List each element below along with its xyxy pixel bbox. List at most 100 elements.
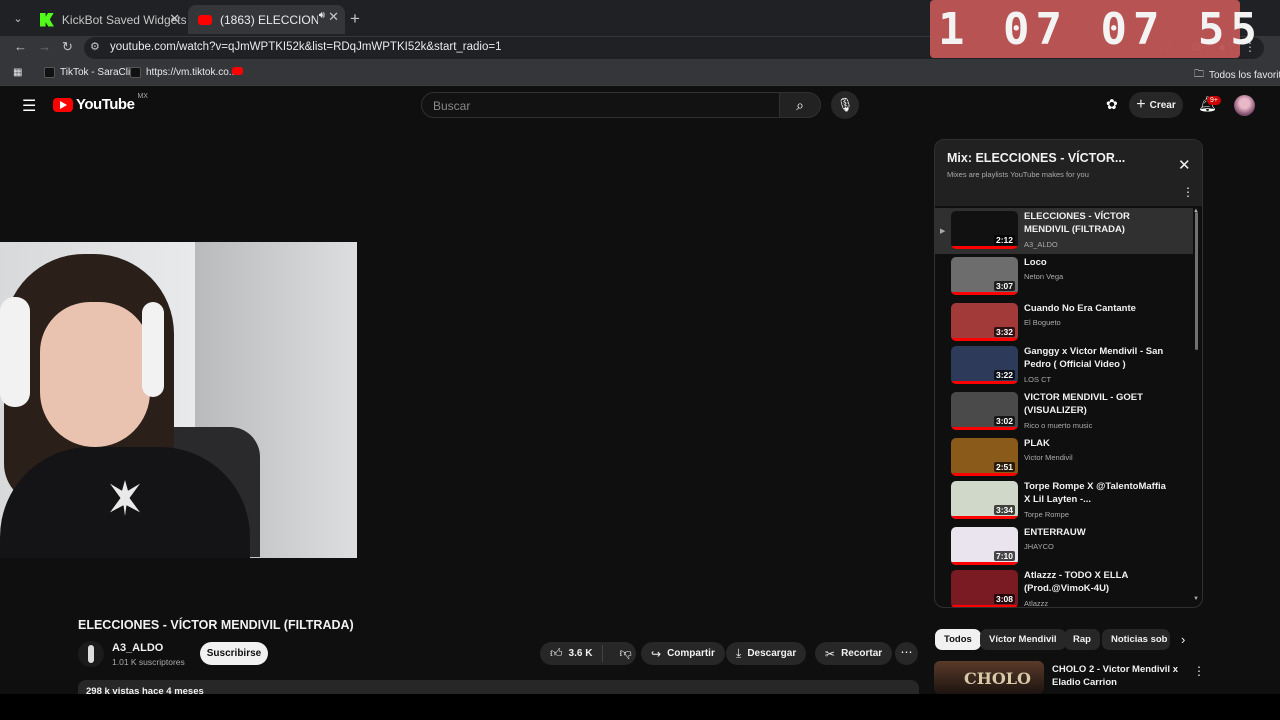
search-button[interactable]: ⌕	[779, 92, 821, 118]
tiktok-icon	[44, 67, 55, 78]
chips-next-arrow-icon[interactable]: ›	[1181, 632, 1185, 647]
like-button[interactable]: 👍︎ 3.6 K	[540, 645, 604, 662]
playlist-item[interactable]: 3:08 Atlazzz - TODO X ELLA (Prod.@VimoK-4…	[935, 567, 1193, 607]
video-title: ELECCIONES - VÍCTOR MENDIVIL (FILTRADA)	[78, 618, 354, 632]
playlist-scrollbar[interactable]	[1195, 212, 1198, 350]
subscribe-button[interactable]: Suscribirse	[200, 642, 268, 665]
more-horizontal-icon: ⋯	[900, 645, 913, 659]
tab-title: KickBot Saved Widgets	[61, 12, 186, 27]
tab-kickbot[interactable]: KickBot Saved Widgets ✕	[30, 7, 186, 32]
reload-icon[interactable]: ↻	[62, 39, 73, 55]
chip-rap[interactable]: Rap	[1064, 629, 1100, 650]
playlist-item-channel: A3_ALDO	[1024, 240, 1058, 249]
url-text: youtube.com/watch?v=qJmWPTKI52k&list=RDq…	[110, 41, 502, 53]
playlist-item-thumbnail: 3:22	[951, 346, 1018, 384]
dislike-button[interactable]: 👎︎	[609, 646, 641, 661]
duration-badge: 3:34	[993, 505, 1015, 515]
playlist-item-title: VICTOR MENDIVIL - GOET (VISUALIZER)	[1024, 392, 1143, 416]
close-tab-icon[interactable]: ✕	[328, 9, 339, 25]
download-icon: ⤓	[736, 646, 742, 660]
playlist-item[interactable]: 7:10 ENTERRAUW JHAYCO	[935, 524, 1193, 567]
chip-news[interactable]: Noticias sob	[1102, 629, 1170, 650]
forward-arrow-icon[interactable]: →	[38, 39, 51, 54]
playlist-item[interactable]: ▶ 2:12 ELECCIONES - VÍCTOR MENDIVIL (FILTR…	[935, 208, 1193, 254]
playlist-item[interactable]: 2:51 PLAK Victor Mendivil	[935, 435, 1193, 478]
audio-playing-icon[interactable]: 🔊︎	[319, 10, 325, 21]
watched-progress-bar	[951, 562, 1018, 565]
duration-badge: 3:32	[993, 327, 1015, 337]
site-info-icon[interactable]: ⚙	[90, 40, 100, 53]
search-input[interactable]: Buscar	[421, 92, 780, 118]
logo-word: YouTube	[76, 96, 135, 113]
playlist-title[interactable]: Mix: ELECCIONES - VÍCTOR...	[947, 151, 1125, 165]
new-tab-button[interactable]: +	[350, 9, 360, 29]
playlist-item-channel: Torpe Rompe	[1024, 510, 1070, 519]
channel-avatar[interactable]	[78, 641, 104, 667]
back-arrow-icon[interactable]: ←	[14, 39, 27, 54]
tab-title: (1863) ELECCIONES - VÍCTO	[220, 12, 318, 27]
all-bookmarks-label: Todos los favoritos	[1209, 70, 1280, 81]
playlist-item[interactable]: 3:07 Loco Neton Vega	[935, 254, 1193, 300]
cast-icon[interactable]: ✿	[1106, 96, 1118, 113]
bookmark-youtube[interactable]	[232, 67, 243, 75]
playlist-item-channel: LOS CT	[1024, 375, 1052, 384]
duration-badge: 2:12	[993, 235, 1015, 245]
playlist-menu-kebab-icon[interactable]: ⋮	[1182, 185, 1194, 199]
channel-name[interactable]: A3_ALDO	[112, 642, 163, 654]
watched-progress-bar	[951, 516, 1018, 519]
clip-button[interactable]: ✂ Recortar	[815, 642, 893, 665]
streamer-webcam	[0, 242, 357, 558]
headset-icon	[0, 297, 30, 407]
search-icon: ⌕	[796, 97, 804, 113]
bookmarks-bar: ▦ TikTok - SaraClips https://vm.tiktok.c…	[0, 61, 1280, 86]
chip-victor-mendivil[interactable]: Víctor Mendivil	[980, 629, 1066, 650]
create-button[interactable]: + Crear	[1129, 92, 1183, 118]
tab-youtube[interactable]: (1863) ELECCIONES - VÍCTO 🔊︎ ✕	[188, 5, 345, 34]
recommendation-thumbnail[interactable]: CHOLO	[934, 661, 1044, 694]
account-avatar[interactable]	[1234, 95, 1255, 116]
all-bookmarks[interactable]: 🗀︎ Todos los favoritos	[1194, 67, 1280, 84]
download-button[interactable]: ⤓ Descargar	[726, 642, 807, 665]
chip-all[interactable]: Todos	[935, 629, 981, 650]
tiktok-icon	[130, 67, 141, 78]
stream-timer-overlay: 1 07 07 55	[930, 0, 1257, 58]
notifications-badge: 9+	[1207, 96, 1221, 105]
playlist-item-title: Ganggy x Victor Mendivil - San Pedro ( O…	[1024, 346, 1164, 370]
duration-badge: 3:22	[993, 370, 1015, 380]
youtube-favicon-icon	[198, 14, 212, 25]
playlist-item-thumbnail: 7:10	[951, 527, 1018, 565]
recommendation-menu-kebab-icon[interactable]: ⋮	[1193, 664, 1205, 678]
share-button[interactable]: ↪ Compartir	[641, 642, 725, 665]
scroll-down-arrow-icon[interactable]: ▼	[1193, 596, 1199, 602]
bookmark-tiktok-link[interactable]: https://vm.tiktok.co...	[130, 67, 237, 78]
playlist-item[interactable]: 3:02 VICTOR MENDIVIL - GOET (VISUALIZER) R…	[935, 389, 1193, 435]
playlist-item-title: Loco	[1024, 257, 1047, 268]
bookmark-tiktok-saraclips[interactable]: TikTok - SaraClips	[44, 67, 141, 78]
youtube-logo[interactable]: YouTube MX	[53, 93, 148, 113]
playlist-item[interactable]: 3:32 Cuando No Era Cantante El Bogueto	[935, 300, 1193, 343]
tab-search-icon[interactable]: ⌄	[8, 9, 28, 29]
menu-hamburger-icon[interactable]: ☰	[22, 96, 36, 116]
kickbot-favicon-icon	[40, 12, 54, 27]
playlist-item[interactable]: 3:34 Torpe Rompe X @TalentoMaffia X Lil L…	[935, 478, 1193, 524]
playlist-item-title: Cuando No Era Cantante	[1024, 303, 1136, 314]
search-placeholder: Buscar	[433, 99, 471, 113]
voice-search-button[interactable]: 🎙︎	[831, 91, 859, 119]
apps-grid-icon[interactable]: ▦	[13, 67, 22, 78]
playlist-item-title: ENTERRAUW	[1024, 527, 1086, 538]
close-tab-icon[interactable]: ✕	[169, 11, 180, 27]
more-actions-button[interactable]: ⋯	[895, 642, 918, 665]
playlist-item-title: PLAK	[1024, 438, 1050, 449]
playlist-item-thumbnail: 3:34	[951, 481, 1018, 519]
duration-badge: 7:10	[993, 551, 1015, 561]
now-playing-icon: ▶	[940, 228, 946, 235]
playlist-item[interactable]: 3:22 Ganggy x Victor Mendivil - San Pedro…	[935, 343, 1193, 389]
share-label: Compartir	[667, 648, 715, 659]
subscriber-count: 1.01 K suscriptores	[112, 657, 185, 667]
recommendation-title[interactable]: CHOLO 2 - Victor Mendivil x Eladio Carri…	[1052, 663, 1182, 689]
watched-progress-bar	[951, 246, 1018, 249]
create-label: Crear	[1149, 99, 1176, 111]
timer-digits: 1 07 07 55	[938, 4, 1263, 55]
watched-progress-bar	[951, 338, 1018, 341]
close-playlist-icon[interactable]: ✕	[1178, 156, 1191, 174]
